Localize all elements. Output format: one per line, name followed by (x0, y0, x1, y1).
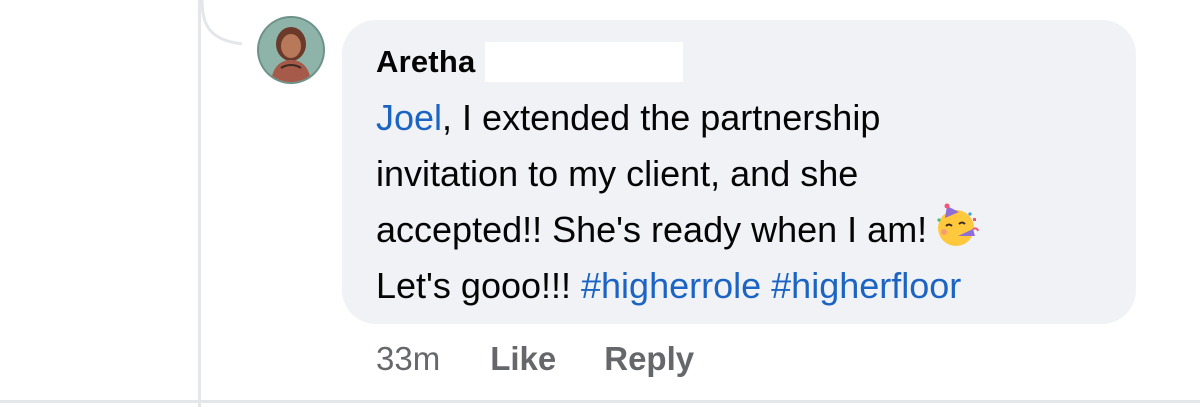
comment-author[interactable]: Aretha (376, 44, 475, 80)
like-button[interactable]: Like (490, 340, 556, 378)
comment-line-text: invitation to my client, and she (376, 153, 859, 194)
thread-divider (0, 400, 1200, 403)
thread-line (198, 0, 201, 407)
comment-text: Joel, I extended the partnership invitat… (376, 90, 1136, 314)
avatar[interactable] (259, 18, 323, 82)
comment-line-2: invitation to my client, and she (376, 146, 1136, 202)
comment-line-text: , I extended the partnership (442, 97, 881, 138)
redaction-box (485, 42, 684, 82)
comment-line-1: Joel, I extended the partnership (376, 90, 1136, 146)
thread-connector (200, 0, 243, 46)
comment-bubble: Aretha Joel, I extended the partnership … (342, 20, 1136, 324)
comment-line-text: Let's gooo!!! (376, 265, 582, 306)
comment-timestamp[interactable]: 33m (376, 340, 440, 378)
comment-actions: 33m Like Reply (376, 340, 742, 378)
hashtag-link[interactable]: #higherrole (581, 265, 761, 306)
comment-line-text: accepted!! She's ready when I am! (376, 209, 928, 250)
comment-line-4: Let's gooo!!! #higherrole #higherfloor (376, 258, 1136, 314)
reply-button[interactable]: Reply (604, 340, 694, 378)
mention-link[interactable]: Joel (376, 97, 442, 138)
profile-photo-icon (259, 18, 323, 82)
hashtag-link[interactable]: #higherfloor (771, 265, 961, 306)
comment-line-3: accepted!! She's ready when I am! (376, 202, 1136, 258)
partying-face-icon (937, 203, 980, 246)
